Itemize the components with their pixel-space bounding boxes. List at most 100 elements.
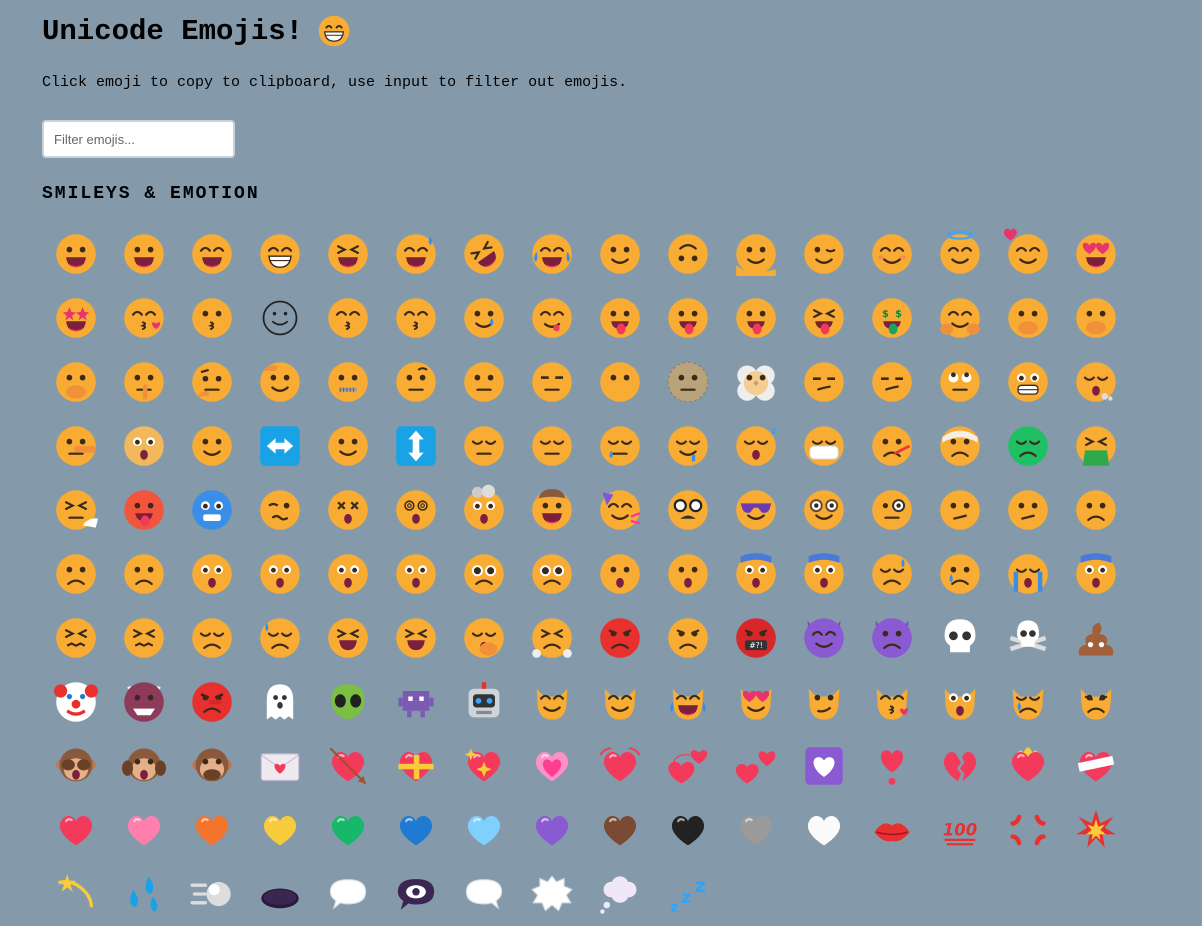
emoji-button[interactable] bbox=[1062, 606, 1130, 670]
emoji-button[interactable] bbox=[110, 606, 178, 670]
emoji-button[interactable] bbox=[654, 222, 722, 286]
emoji-button[interactable] bbox=[178, 350, 246, 414]
emoji-button[interactable] bbox=[450, 670, 518, 734]
emoji-button[interactable] bbox=[586, 542, 654, 606]
emoji-button[interactable] bbox=[178, 542, 246, 606]
emoji-button[interactable] bbox=[926, 414, 994, 478]
emoji-button[interactable] bbox=[1062, 350, 1130, 414]
emoji-button[interactable] bbox=[654, 734, 722, 798]
emoji-button[interactable] bbox=[382, 734, 450, 798]
emoji-button[interactable] bbox=[518, 862, 586, 926]
emoji-button[interactable] bbox=[858, 606, 926, 670]
emoji-button[interactable] bbox=[518, 350, 586, 414]
emoji-button[interactable] bbox=[382, 350, 450, 414]
emoji-button[interactable] bbox=[178, 798, 246, 862]
emoji-button[interactable] bbox=[110, 798, 178, 862]
emoji-button[interactable] bbox=[926, 286, 994, 350]
emoji-button[interactable] bbox=[518, 542, 586, 606]
emoji-button[interactable] bbox=[654, 478, 722, 542]
emoji-button[interactable] bbox=[314, 670, 382, 734]
emoji-button[interactable] bbox=[518, 798, 586, 862]
emoji-button[interactable] bbox=[926, 222, 994, 286]
emoji-button[interactable] bbox=[382, 222, 450, 286]
emoji-button[interactable] bbox=[110, 542, 178, 606]
emoji-button[interactable] bbox=[654, 414, 722, 478]
emoji-button[interactable] bbox=[722, 286, 790, 350]
emoji-button[interactable] bbox=[1062, 542, 1130, 606]
emoji-button[interactable] bbox=[790, 414, 858, 478]
emoji-button[interactable] bbox=[450, 222, 518, 286]
emoji-button[interactable] bbox=[858, 734, 926, 798]
emoji-button[interactable] bbox=[178, 414, 246, 478]
emoji-button[interactable] bbox=[654, 606, 722, 670]
emoji-button[interactable] bbox=[110, 350, 178, 414]
emoji-button[interactable] bbox=[314, 862, 382, 926]
emoji-button[interactable] bbox=[586, 670, 654, 734]
emoji-button[interactable]: $ $ bbox=[858, 286, 926, 350]
emoji-button[interactable] bbox=[42, 542, 110, 606]
emoji-button[interactable]: 100 bbox=[926, 798, 994, 862]
emoji-button[interactable] bbox=[450, 542, 518, 606]
emoji-button[interactable] bbox=[314, 798, 382, 862]
emoji-button[interactable] bbox=[722, 734, 790, 798]
emoji-button[interactable] bbox=[994, 478, 1062, 542]
emoji-button[interactable] bbox=[790, 542, 858, 606]
emoji-button[interactable] bbox=[586, 478, 654, 542]
emoji-button[interactable] bbox=[314, 734, 382, 798]
emoji-button[interactable] bbox=[42, 734, 110, 798]
emoji-button[interactable] bbox=[42, 606, 110, 670]
emoji-button[interactable] bbox=[994, 542, 1062, 606]
emoji-button[interactable] bbox=[314, 414, 382, 478]
emoji-button[interactable] bbox=[1062, 670, 1130, 734]
emoji-button[interactable] bbox=[42, 798, 110, 862]
emoji-button[interactable] bbox=[42, 478, 110, 542]
emoji-button[interactable] bbox=[586, 862, 654, 926]
emoji-button[interactable] bbox=[450, 862, 518, 926]
emoji-button[interactable] bbox=[654, 286, 722, 350]
emoji-button[interactable] bbox=[178, 478, 246, 542]
emoji-button[interactable] bbox=[926, 478, 994, 542]
emoji-button[interactable] bbox=[178, 286, 246, 350]
emoji-button[interactable] bbox=[994, 606, 1062, 670]
emoji-button[interactable] bbox=[42, 670, 110, 734]
emoji-button[interactable] bbox=[858, 670, 926, 734]
emoji-button[interactable] bbox=[246, 798, 314, 862]
emoji-button[interactable] bbox=[654, 798, 722, 862]
emoji-button[interactable] bbox=[926, 606, 994, 670]
emoji-button[interactable]: zzz bbox=[654, 862, 722, 926]
emoji-button[interactable] bbox=[314, 542, 382, 606]
emoji-button[interactable] bbox=[790, 350, 858, 414]
emoji-button[interactable] bbox=[246, 286, 314, 350]
emoji-button[interactable] bbox=[382, 414, 450, 478]
emoji-button[interactable] bbox=[722, 478, 790, 542]
emoji-button[interactable] bbox=[586, 414, 654, 478]
emoji-button[interactable] bbox=[858, 350, 926, 414]
emoji-button[interactable] bbox=[178, 670, 246, 734]
emoji-button[interactable] bbox=[246, 606, 314, 670]
emoji-button[interactable] bbox=[1062, 798, 1130, 862]
emoji-button[interactable] bbox=[246, 350, 314, 414]
emoji-button[interactable] bbox=[790, 478, 858, 542]
emoji-button[interactable] bbox=[42, 350, 110, 414]
emoji-button[interactable] bbox=[382, 862, 450, 926]
emoji-button[interactable] bbox=[450, 734, 518, 798]
emoji-button[interactable] bbox=[790, 286, 858, 350]
emoji-button[interactable] bbox=[722, 222, 790, 286]
emoji-button[interactable] bbox=[926, 670, 994, 734]
emoji-button[interactable] bbox=[314, 286, 382, 350]
emoji-button[interactable] bbox=[110, 734, 178, 798]
emoji-button[interactable] bbox=[926, 542, 994, 606]
emoji-button[interactable] bbox=[246, 414, 314, 478]
emoji-button[interactable] bbox=[518, 414, 586, 478]
emoji-button[interactable] bbox=[450, 414, 518, 478]
emoji-button[interactable] bbox=[518, 606, 586, 670]
emoji-button[interactable] bbox=[382, 670, 450, 734]
emoji-button[interactable] bbox=[246, 478, 314, 542]
emoji-button[interactable] bbox=[314, 350, 382, 414]
emoji-button[interactable] bbox=[858, 222, 926, 286]
emoji-button[interactable] bbox=[586, 734, 654, 798]
emoji-button[interactable] bbox=[586, 222, 654, 286]
emoji-button[interactable] bbox=[314, 606, 382, 670]
emoji-button[interactable] bbox=[858, 414, 926, 478]
emoji-button[interactable] bbox=[178, 734, 246, 798]
